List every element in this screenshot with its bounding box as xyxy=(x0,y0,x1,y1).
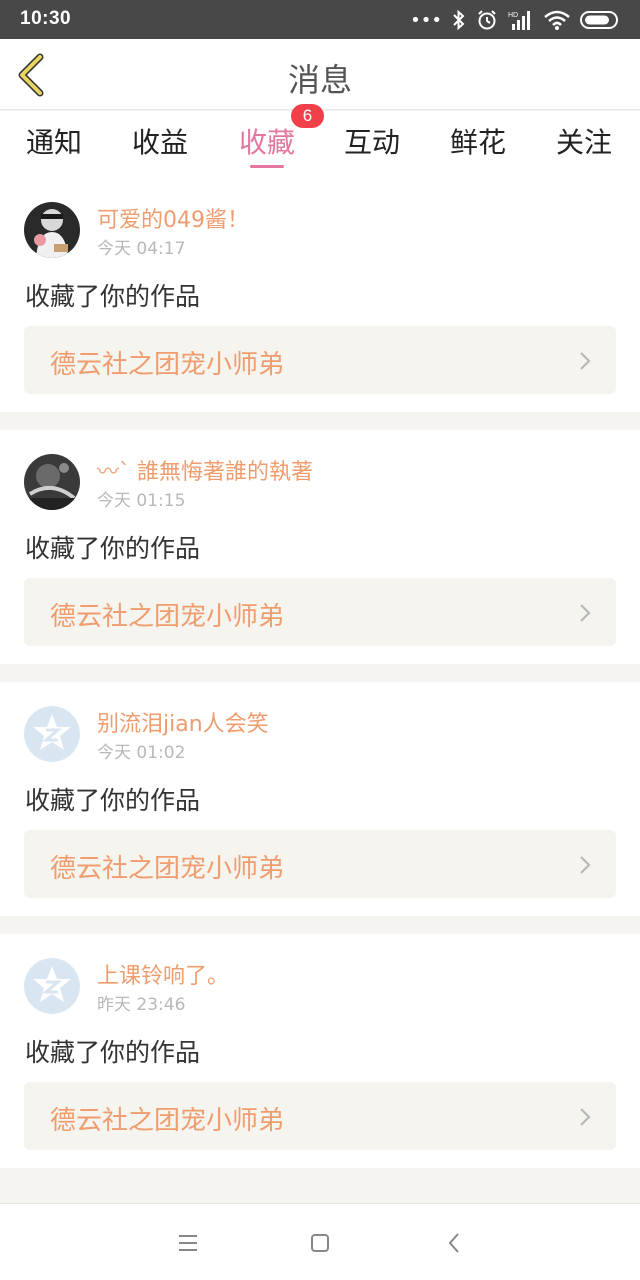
work-title: 德云社之团宠小师弟 xyxy=(50,854,285,884)
battery-icon xyxy=(580,11,618,29)
active-tab-indicator xyxy=(250,165,284,168)
bluetooth-icon xyxy=(453,10,465,30)
chevron-right-icon xyxy=(580,1108,591,1126)
svg-text:HD: HD xyxy=(508,12,518,19)
avatar[interactable] xyxy=(24,706,80,762)
chevron-right-icon xyxy=(580,352,591,370)
work-link[interactable]: 德云社之团宠小师弟 xyxy=(24,326,616,394)
tab-favorites[interactable]: 收藏 xyxy=(239,121,295,161)
menu-button[interactable] xyxy=(175,1230,201,1256)
message-time: 今天 01:02 xyxy=(97,743,186,763)
action-text: 收藏了你的作品 xyxy=(25,786,201,815)
status-icons: ••• HD xyxy=(410,8,620,32)
message-card: 可爱的049酱！ 今天 04:17 收藏了你的作品 德云社之团宠小师弟 xyxy=(0,178,640,412)
page-title: 消息 xyxy=(287,61,352,99)
system-back-button[interactable] xyxy=(442,1230,468,1256)
username[interactable]: 上课铃响了。 xyxy=(97,958,229,990)
home-square-icon xyxy=(311,1234,329,1252)
user-photo-icon xyxy=(24,454,80,510)
work-title: 德云社之团宠小师弟 xyxy=(50,1106,285,1136)
work-link[interactable]: 德云社之团宠小师弟 xyxy=(24,830,616,898)
username[interactable]: 别流泪jian人会笑 xyxy=(97,706,269,738)
tab-flowers[interactable]: 鲜花 xyxy=(450,121,506,161)
action-text: 收藏了你的作品 xyxy=(25,534,201,563)
message-time: 今天 01:15 xyxy=(97,491,186,511)
work-title: 德云社之团宠小师弟 xyxy=(50,602,285,632)
message-card: 别流泪jian人会笑 今天 01:02 收藏了你的作品 德云社之团宠小师弟 xyxy=(0,682,640,916)
status-time: 10:30 xyxy=(20,8,72,29)
message-card: 上课铃响了。 昨天 23:46 收藏了你的作品 德云社之团宠小师弟 xyxy=(0,934,640,1168)
username[interactable]: 可爱的049酱！ xyxy=(97,202,249,234)
work-title: 德云社之团宠小师弟 xyxy=(50,350,285,380)
home-button[interactable] xyxy=(307,1230,333,1256)
default-avatar-icon xyxy=(24,958,80,1014)
tab-follows[interactable]: 关注 xyxy=(556,121,612,161)
message-time: 昨天 23:46 xyxy=(97,995,186,1015)
system-nav-bar xyxy=(0,1203,640,1280)
menu-icon xyxy=(179,1235,197,1251)
tab-earnings[interactable]: 收益 xyxy=(132,121,188,161)
work-link[interactable]: 德云社之团宠小师弟 xyxy=(24,578,616,646)
default-avatar-icon xyxy=(24,706,80,762)
action-text: 收藏了你的作品 xyxy=(25,282,201,311)
tab-notifications[interactable]: 通知 xyxy=(26,121,82,161)
work-link[interactable]: 德云社之团宠小师弟 xyxy=(24,1082,616,1150)
user-photo-icon xyxy=(24,202,80,258)
alarm-icon xyxy=(478,10,496,30)
message-time: 今天 04:17 xyxy=(97,239,186,259)
back-chevron-icon xyxy=(448,1233,459,1253)
avatar[interactable] xyxy=(24,958,80,1014)
message-card: 〰ˋ 誰無悔著誰的執著 今天 01:15 收藏了你的作品 德云社之团宠小师弟 xyxy=(0,430,640,664)
avatar[interactable] xyxy=(24,454,80,510)
chevron-right-icon xyxy=(580,856,591,874)
favorites-count-badge: 6 xyxy=(291,104,324,128)
signal-icon: HD xyxy=(508,11,530,30)
username[interactable]: 〰ˋ 誰無悔著誰的執著 xyxy=(97,454,313,486)
header: 消息 xyxy=(0,39,640,110)
avatar[interactable] xyxy=(24,202,80,258)
chevron-right-icon xyxy=(580,604,591,622)
status-bar: 10:30 ••• HD xyxy=(0,0,640,39)
tab-interactions[interactable]: 互动 xyxy=(344,121,400,161)
action-text: 收藏了你的作品 xyxy=(25,1038,201,1067)
wifi-icon xyxy=(544,10,570,30)
more-dots-icon: ••• xyxy=(410,9,442,31)
